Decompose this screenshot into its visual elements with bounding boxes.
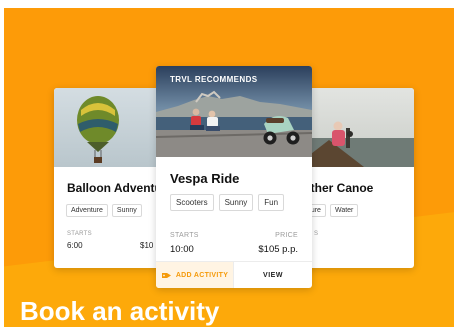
- activity-title: ether Canoe: [304, 181, 374, 195]
- ticket-icon: [161, 272, 171, 278]
- starts-label: S: [314, 231, 319, 237]
- tag-list: Adventure Sunny: [66, 204, 142, 217]
- tag-list: Scooters Sunny Fun: [170, 194, 285, 211]
- starts-label: STARTS: [67, 231, 92, 237]
- starts-value: 6:00: [67, 241, 83, 250]
- tag-sunny[interactable]: Sunny: [218, 194, 254, 211]
- view-button[interactable]: VIEW: [234, 262, 312, 288]
- activity-title: Balloon Adventur: [67, 181, 167, 195]
- card-actions: ADD ACTIVITY VIEW: [156, 261, 312, 288]
- view-label: VIEW: [263, 271, 283, 279]
- section-heading: Book an activity: [20, 296, 220, 326]
- tag-water[interactable]: Water: [329, 204, 359, 217]
- starts-label: STARTS: [170, 232, 199, 239]
- hero-banner: Balloon Adventur Adventure Sunny STARTS …: [4, 8, 454, 327]
- activity-title: Vespa Ride: [170, 171, 240, 186]
- add-activity-label: ADD ACTIVITY: [175, 271, 229, 279]
- add-activity-button[interactable]: ADD ACTIVITY: [156, 262, 234, 288]
- tag-fun[interactable]: Fun: [258, 194, 285, 211]
- price-label: PRICE: [275, 232, 298, 239]
- tag-sunny[interactable]: Sunny: [111, 204, 142, 217]
- starts-value: 10:00: [170, 244, 194, 255]
- tag-scooters[interactable]: Scooters: [170, 194, 214, 211]
- tag-adventure[interactable]: Adventure: [66, 204, 108, 217]
- recommendation-badge: TRVL RECOMMENDS: [170, 75, 258, 84]
- price-value: $10: [140, 241, 154, 250]
- activity-card-vespa[interactable]: TRVL RECOMMENDS Vespa Ride Scooters Sunn…: [156, 66, 312, 288]
- price-value: $105 p.p.: [258, 244, 298, 255]
